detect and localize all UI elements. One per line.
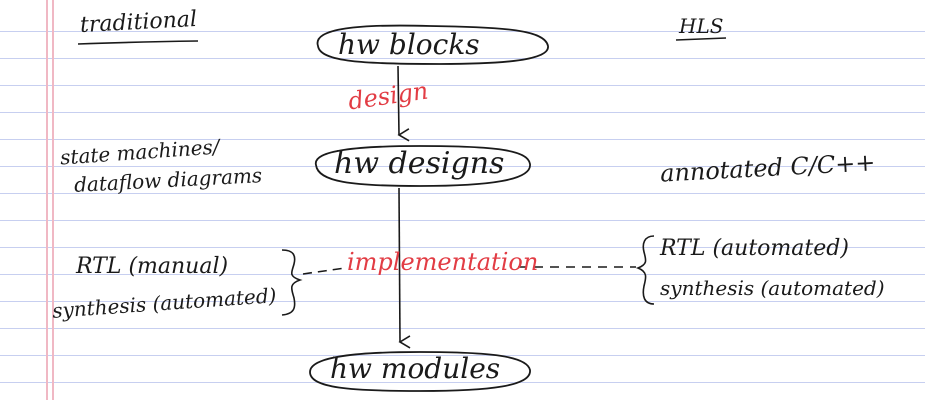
hls-header: HLS <box>679 14 724 38</box>
left-brace <box>281 249 303 316</box>
node-hw-blocks: hw blocks <box>338 28 480 61</box>
rtl-manual-label: RTL (manual) <box>76 254 229 279</box>
left-dashed-connector <box>302 267 346 275</box>
hls-underline <box>675 37 727 41</box>
node-hw-designs: hw designs <box>334 146 505 181</box>
rtl-automated-label: RTL (automated) <box>660 236 849 261</box>
right-brace <box>635 235 655 305</box>
node-hw-modules: hw modules <box>330 352 501 385</box>
traditional-underline <box>77 40 199 45</box>
synthesis-automated-right-label: synthesis (automated) <box>660 276 885 300</box>
edge-label-implementation: implementation <box>347 248 539 276</box>
